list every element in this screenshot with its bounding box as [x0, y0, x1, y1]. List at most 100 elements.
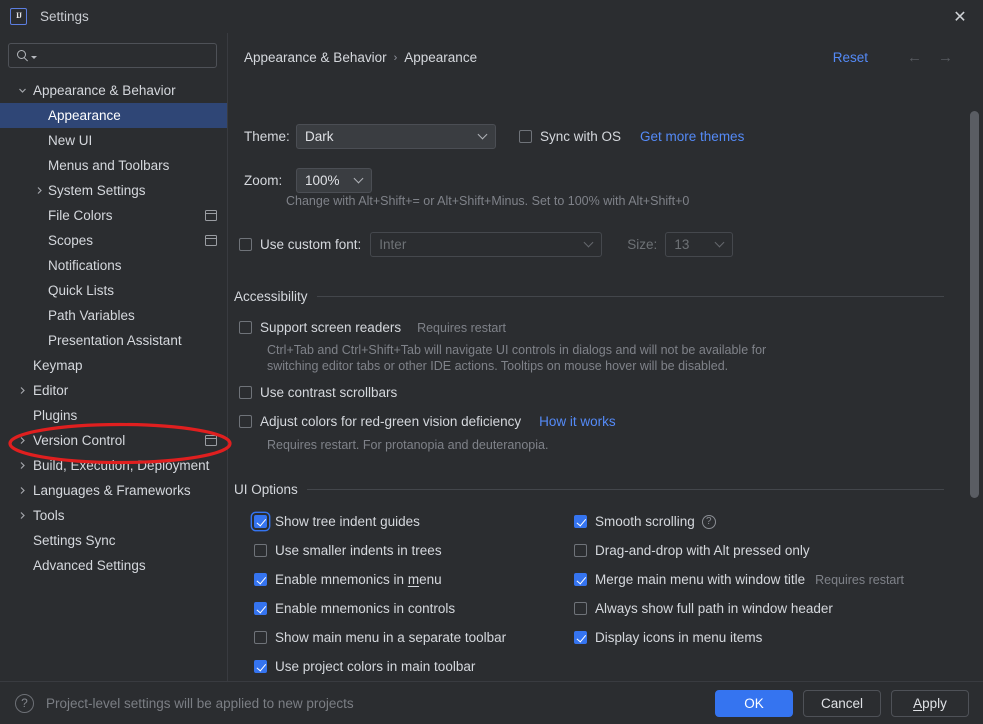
red-green-row: Adjust colors for red-green vision defic… [239, 414, 616, 429]
sync-with-os-label[interactable]: Sync with OS [540, 129, 621, 144]
enable-mnemonics-in-controls-checkbox[interactable] [254, 602, 267, 615]
adjust-colors-checkbox[interactable] [239, 415, 252, 428]
sidebar-item-advanced-settings[interactable]: Advanced Settings [0, 553, 227, 578]
chevron-right-icon[interactable] [14, 428, 30, 453]
sidebar-item-editor[interactable]: Editor [0, 378, 227, 403]
enable-mnemonics-in-controls-label[interactable]: Enable mnemonics in controls [275, 601, 455, 616]
use-project-colors-in-main-toolbar-checkbox[interactable] [254, 660, 267, 673]
font-size-spinner[interactable]: 13 [665, 232, 734, 257]
cancel-button[interactable]: Cancel [803, 689, 881, 717]
footer-note: Project-level settings will be applied t… [46, 695, 354, 711]
sidebar-item-system-settings[interactable]: System Settings [0, 178, 227, 203]
adjust-colors-label[interactable]: Adjust colors for red-green vision defic… [260, 414, 521, 429]
search-box[interactable] [8, 43, 217, 68]
section-divider [306, 489, 944, 490]
use-contrast-scrollbars-label[interactable]: Use contrast scrollbars [260, 385, 397, 400]
show-tree-indent-guides-label[interactable]: Show tree indent guides [275, 514, 420, 529]
sidebar-item-keymap[interactable]: Keymap [0, 353, 227, 378]
vertical-scrollbar[interactable] [970, 77, 979, 681]
chevron-right-icon[interactable] [14, 453, 30, 478]
sidebar-item-label: Keymap [33, 358, 83, 373]
theme-label: Theme: [244, 129, 290, 144]
merge-main-menu-with-window-title-checkbox[interactable] [574, 573, 587, 586]
zoom-row: Zoom: 100% [244, 168, 372, 193]
sidebar-item-new-ui[interactable]: New UI [0, 128, 227, 153]
sidebar-item-label: Notifications [48, 258, 122, 273]
sidebar-item-label: New UI [48, 133, 93, 148]
scrollbar-thumb[interactable] [970, 111, 979, 498]
chevron-right-icon[interactable] [14, 478, 30, 503]
reset-link[interactable]: Reset [833, 50, 868, 65]
theme-select[interactable]: Dark [296, 124, 496, 149]
sidebar-item-label: Editor [33, 383, 69, 398]
sidebar-item-scopes[interactable]: Scopes [0, 228, 227, 253]
use-custom-font-checkbox[interactable] [239, 238, 252, 251]
ui-option-row: Drag-and-drop with Alt pressed only [574, 536, 904, 565]
accessibility-title: Accessibility [234, 289, 308, 304]
breadcrumb-parent[interactable]: Appearance & Behavior [244, 50, 387, 65]
sidebar-item-build-execution-deployment[interactable]: Build, Execution, Deployment [0, 453, 227, 478]
font-size-value: 13 [674, 237, 690, 252]
sidebar-item-version-control[interactable]: Version Control [0, 428, 227, 453]
get-more-themes-link[interactable]: Get more themes [640, 129, 744, 144]
sidebar-item-file-colors[interactable]: File Colors [0, 203, 227, 228]
show-tree-indent-guides-checkbox[interactable] [254, 515, 267, 528]
sidebar-item-appearance-behavior[interactable]: Appearance & Behavior [0, 78, 227, 103]
always-show-full-path-in-window-header-label[interactable]: Always show full path in window header [595, 601, 833, 616]
use-custom-font-label[interactable]: Use custom font: [260, 237, 361, 252]
smooth-scrolling-label[interactable]: Smooth scrolling [595, 514, 695, 529]
sidebar-item-languages-frameworks[interactable]: Languages & Frameworks [0, 478, 227, 503]
chevron-down-icon [355, 177, 363, 185]
ui-option-row: Display icons in menu items [574, 623, 904, 652]
chevron-down-icon[interactable] [14, 78, 30, 103]
chevron-right-icon[interactable] [31, 178, 47, 203]
sidebar-item-notifications[interactable]: Notifications [0, 253, 227, 278]
zoom-select[interactable]: 100% [296, 168, 372, 193]
chevron-down-icon[interactable] [31, 56, 37, 59]
how-it-works-link[interactable]: How it works [539, 414, 616, 429]
dialog-footer: ? Project-level settings will be applied… [0, 681, 983, 724]
use-contrast-scrollbars-checkbox[interactable] [239, 386, 252, 399]
enable-mnemonics-in-menu-checkbox[interactable] [254, 573, 267, 586]
help-icon[interactable]: ? [701, 514, 716, 529]
use-smaller-indents-in-trees-label[interactable]: Use smaller indents in trees [275, 543, 442, 558]
sidebar-item-menus-and-toolbars[interactable]: Menus and Toolbars [0, 153, 227, 178]
display-icons-in-menu-items-label[interactable]: Display icons in menu items [595, 630, 762, 645]
arrow-right-icon[interactable]: → [938, 49, 953, 66]
sidebar-item-quick-lists[interactable]: Quick Lists [0, 278, 227, 303]
merge-main-menu-with-window-title-label[interactable]: Merge main menu with window title [595, 572, 805, 587]
sidebar-item-tools[interactable]: Tools [0, 503, 227, 528]
use-smaller-indents-in-trees-checkbox[interactable] [254, 544, 267, 557]
intellij-idea-logo-icon: IJ [10, 7, 27, 25]
sidebar-item-settings-sync[interactable]: Settings Sync [0, 528, 227, 553]
sidebar-item-path-variables[interactable]: Path Variables [0, 303, 227, 328]
arrow-left-icon[interactable]: ← [907, 49, 922, 66]
support-screen-readers-checkbox[interactable] [239, 321, 252, 334]
always-show-full-path-in-window-header-checkbox[interactable] [574, 602, 587, 615]
sync-with-os-checkbox[interactable] [519, 130, 532, 143]
use-project-colors-in-main-toolbar-label[interactable]: Use project colors in main toolbar [275, 659, 475, 674]
help-icon[interactable]: ? [15, 693, 34, 713]
ok-button[interactable]: OK [715, 689, 793, 717]
show-main-menu-in-a-separate-toolbar-checkbox[interactable] [254, 631, 267, 644]
sidebar-item-plugins[interactable]: Plugins [0, 403, 227, 428]
custom-font-select[interactable]: Inter [370, 232, 603, 257]
smooth-scrolling-checkbox[interactable] [574, 515, 587, 528]
display-icons-in-menu-items-checkbox[interactable] [574, 631, 587, 644]
close-icon[interactable]: ✕ [937, 0, 983, 33]
sidebar-item-appearance[interactable]: Appearance [0, 103, 227, 128]
apply-button[interactable]: Apply [891, 689, 969, 717]
drag-and-drop-with-alt-pressed-only-label[interactable]: Drag-and-drop with Alt pressed only [595, 543, 810, 558]
support-screen-readers-label[interactable]: Support screen readers [260, 320, 401, 335]
enable-mnemonics-in-menu-label[interactable]: Enable mnemonics in menu [275, 572, 442, 587]
sidebar-item-label: Advanced Settings [33, 558, 146, 573]
chevron-right-icon[interactable] [14, 503, 30, 528]
contrast-scrollbars-row: Use contrast scrollbars [239, 385, 397, 400]
sidebar-item-label: Tools [33, 508, 65, 523]
show-main-menu-in-a-separate-toolbar-label[interactable]: Show main menu in a separate toolbar [275, 630, 506, 645]
sidebar-item-presentation-assistant[interactable]: Presentation Assistant [0, 328, 227, 353]
search-input[interactable] [41, 45, 216, 66]
chevron-right-icon[interactable] [14, 378, 30, 403]
ui-option-row: Use project colors in main toolbar [254, 652, 506, 681]
drag-and-drop-with-alt-pressed-only-checkbox[interactable] [574, 544, 587, 557]
